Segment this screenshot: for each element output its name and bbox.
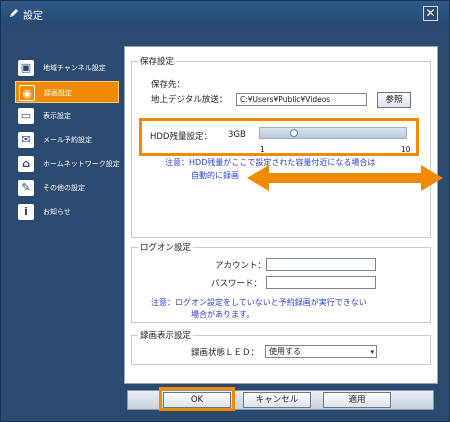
account-label: アカウント： xyxy=(215,261,267,271)
sidebar-item-info[interactable]: i お知らせ xyxy=(15,201,119,223)
window-title: 設定 xyxy=(23,11,43,22)
wrench-icon: ✎ xyxy=(18,180,34,196)
sidebar-item-label: メール予約設定 xyxy=(43,136,92,144)
double-arrow-annotation xyxy=(247,165,443,191)
settings-panel: 保存設定 保存先： 地上デジタル放送： C:¥Users¥Public¥Vide… xyxy=(124,46,438,384)
sidebar-item-label: お知らせ xyxy=(43,208,71,216)
sidebar-item-label: 録画設定 xyxy=(44,89,72,97)
logon-note-line2: 場合があります。 xyxy=(191,310,255,319)
save-to-label: 保存先： xyxy=(151,80,186,90)
close-icon: ✕ xyxy=(425,6,436,20)
tv-icon: ▣ xyxy=(18,60,34,76)
display-icon: ▭ xyxy=(18,108,34,124)
close-button[interactable]: ✕ xyxy=(423,6,438,21)
terrestrial-label: 地上デジタル放送： xyxy=(151,95,228,105)
sidebar-item-recording[interactable]: ◉ 録画設定 xyxy=(15,81,119,103)
slider-max-label: 10 xyxy=(401,145,411,154)
led-select[interactable]: 使用する ▾ xyxy=(265,345,377,358)
led-label: 録画状態ＬＥＤ： xyxy=(191,348,260,358)
logon-legend: ログオン設定 xyxy=(140,243,192,253)
record-icon: ◉ xyxy=(19,85,35,101)
slider-min-label: 1 xyxy=(260,145,265,154)
ok-highlight xyxy=(159,387,235,411)
apply-button[interactable]: 適用 xyxy=(323,392,391,408)
sidebar: ▣ 地域チャンネル設定 ◉ 録画設定 ▭ 表示設定 ✉ メール予約設定 ⌂ ホー… xyxy=(11,53,120,353)
sidebar-item-label: 地域チャンネル設定 xyxy=(43,64,106,72)
hdd-slider[interactable] xyxy=(259,127,407,139)
browse-button[interactable]: 参照 xyxy=(377,92,411,108)
mail-icon: ✉ xyxy=(18,132,34,148)
storage-legend: 保存設定 xyxy=(140,57,175,67)
password-label: パスワード： xyxy=(211,279,263,289)
led-select-value: 使用する xyxy=(269,347,301,356)
account-input[interactable] xyxy=(266,258,376,271)
sidebar-item-mail[interactable]: ✉ メール予約設定 xyxy=(15,129,119,151)
info-icon: i xyxy=(18,204,34,220)
sidebar-item-label: その他の設定 xyxy=(43,184,85,192)
hdd-remaining-value: 3GB xyxy=(228,130,246,140)
record-display-legend: 録画表示設定 xyxy=(140,331,192,341)
sidebar-item-display[interactable]: ▭ 表示設定 xyxy=(15,105,119,127)
settings-window: 設定 ✕ ▣ 地域チャンネル設定 ◉ 録画設定 ▭ 表示設定 ✉ メール予約設定… xyxy=(0,0,450,422)
save-path-field[interactable]: C:¥Users¥Public¥Videos xyxy=(236,93,367,106)
sidebar-item-channel[interactable]: ▣ 地域チャンネル設定 xyxy=(15,57,119,79)
network-icon: ⌂ xyxy=(18,156,34,172)
cancel-button[interactable]: キャンセル xyxy=(243,392,311,408)
sidebar-item-network[interactable]: ⌂ ホームネットワーク設定 xyxy=(15,153,120,175)
chevron-down-icon: ▾ xyxy=(370,348,374,356)
hdd-remaining-label: HDD残量設定： xyxy=(150,132,212,142)
hdd-note-line2: 自動的に録画 xyxy=(191,171,239,180)
sidebar-item-label: 表示設定 xyxy=(43,112,71,120)
title-bar: 設定 ✕ xyxy=(1,1,449,25)
logon-note-line1: 注意：ログオン設定をしていないと予約録画が実行できない xyxy=(151,298,367,307)
pencil-icon xyxy=(10,9,18,17)
password-input[interactable] xyxy=(266,276,376,289)
sidebar-item-other[interactable]: ✎ その他の設定 xyxy=(15,177,119,199)
sidebar-item-label: ホームネットワーク設定 xyxy=(43,160,120,168)
